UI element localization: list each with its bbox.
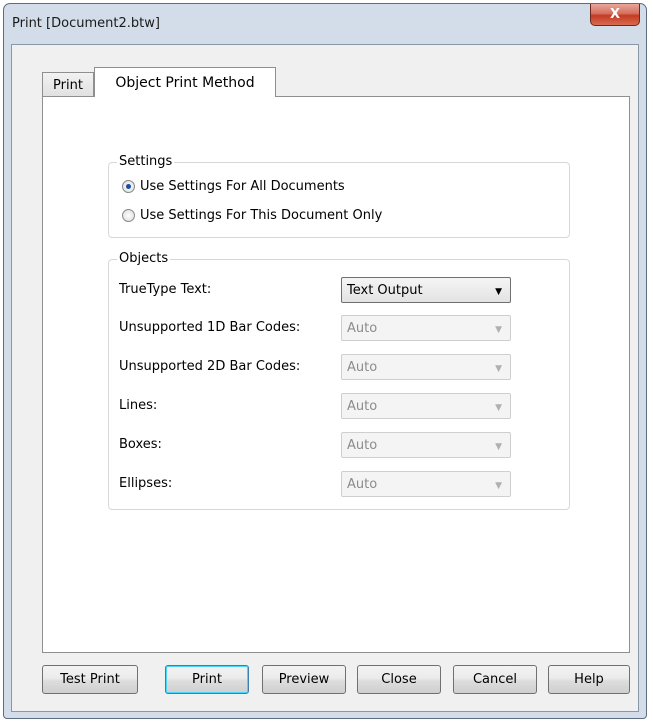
dropdown-arrow-icon: ▼ [495,364,502,374]
object-row-1d-bar-codes: Unsupported 1D Bar Codes: Auto ▼ [119,315,559,341]
close-icon: X [609,7,621,22]
radio-button-selected[interactable] [122,180,135,193]
window-title: Print [Document2.btw] [12,16,160,31]
select-value: Auto [347,321,378,336]
boxes-select: Auto ▼ [341,432,511,458]
select-value: Text Output [347,283,423,298]
object-row-label: Lines: [119,398,158,413]
tab-object-print-method[interactable]: Object Print Method [94,67,276,97]
object-row-label: Ellipses: [119,476,173,491]
dropdown-arrow-icon: ▼ [495,325,502,335]
ellipses-select: Auto ▼ [341,471,511,497]
object-row-ellipses: Ellipses: Auto ▼ [119,471,559,497]
title-bar: Print [Document2.btw] X [4,4,646,44]
settings-group: Settings Use Settings For All Documents … [108,154,570,238]
dropdown-arrow-icon: ▼ [495,403,502,413]
dropdown-arrow-icon: ▼ [495,287,502,297]
objects-group: Objects TrueType Text: Text Output ▼ Uns… [108,251,570,510]
radio-option-all-documents[interactable]: Use Settings For All Documents [122,179,345,194]
tab-print[interactable]: Print [42,72,94,97]
dialog-client-area: Print Object Print Method Settings Use S… [11,44,639,712]
object-row-label: Boxes: [119,437,162,452]
settings-group-label: Settings [117,154,175,169]
preview-button[interactable]: Preview [262,665,346,694]
dropdown-arrow-icon: ▼ [495,481,502,491]
close-window-button[interactable]: X [590,4,640,26]
object-row-2d-bar-codes: Unsupported 2D Bar Codes: Auto ▼ [119,354,559,380]
radio-option-label: Use Settings For This Document Only [140,208,383,223]
dropdown-arrow-icon: ▼ [495,442,502,452]
select-value: Auto [347,399,378,414]
object-row-boxes: Boxes: Auto ▼ [119,432,559,458]
object-row-label: Unsupported 1D Bar Codes: [119,320,301,335]
test-print-button[interactable]: Test Print [42,665,138,694]
print-button[interactable]: Print [165,665,249,694]
radio-button-unselected[interactable] [122,209,135,222]
print-dialog-window: Print [Document2.btw] X Print Object Pri… [3,3,647,719]
cancel-button[interactable]: Cancel [453,665,537,694]
tab-object-print-method-label: Object Print Method [115,74,255,91]
object-row-truetype-text: TrueType Text: Text Output ▼ [119,277,559,303]
lines-select: Auto ▼ [341,393,511,419]
object-row-label: TrueType Text: [119,282,212,297]
truetype-text-select[interactable]: Text Output ▼ [341,277,511,303]
select-value: Auto [347,360,378,375]
objects-group-label: Objects [117,251,171,266]
radio-option-this-document[interactable]: Use Settings For This Document Only [122,208,382,223]
tab-print-label: Print [53,77,83,93]
close-button[interactable]: Close [357,665,441,694]
object-row-label: Unsupported 2D Bar Codes: [119,359,301,374]
tab-panel-object-print-method: Settings Use Settings For All Documents … [42,96,630,653]
unsupported-2d-bar-codes-select: Auto ▼ [341,354,511,380]
help-button[interactable]: Help [548,665,630,694]
select-value: Auto [347,477,378,492]
object-row-lines: Lines: Auto ▼ [119,393,559,419]
radio-option-label: Use Settings For All Documents [140,179,345,194]
select-value: Auto [347,438,378,453]
unsupported-1d-bar-codes-select: Auto ▼ [341,315,511,341]
